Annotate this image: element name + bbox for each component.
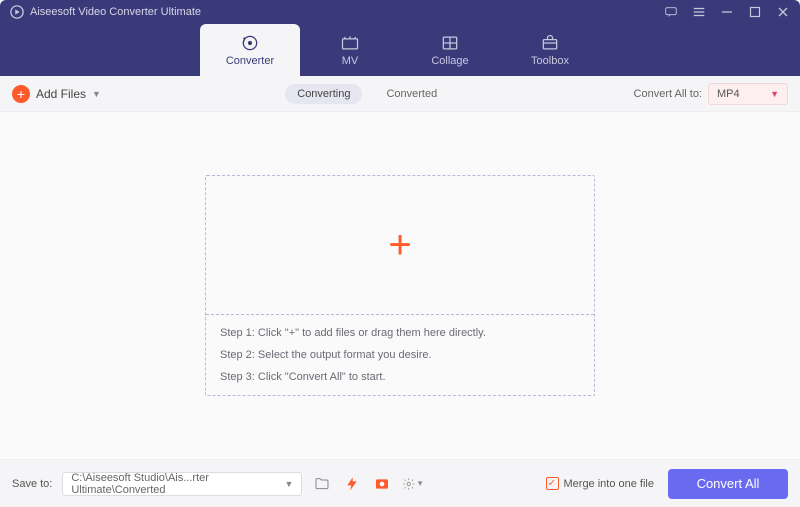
maximize-icon[interactable] — [748, 5, 762, 19]
main-area: + Step 1: Click "+" to add files or drag… — [0, 112, 800, 459]
high-speed-icon[interactable] — [372, 474, 392, 494]
toolbar-right: Convert All to: MP4 ▼ — [634, 83, 788, 105]
add-files-label: Add Files — [36, 87, 86, 101]
titlebar: Aiseesoft Video Converter Ultimate Conve… — [0, 0, 800, 76]
gpu-accel-icon[interactable] — [342, 474, 362, 494]
menu-icon[interactable] — [692, 5, 706, 19]
dropzone-upper: + — [206, 176, 594, 314]
nav-tabs: Converter MV Collage Toolbox — [0, 24, 800, 76]
app-window: Aiseesoft Video Converter Ultimate Conve… — [0, 0, 800, 507]
toolbar: + Add Files ▼ Converting Converted Conve… — [0, 76, 800, 112]
open-folder-icon[interactable] — [312, 474, 332, 494]
tab-label: MV — [342, 55, 359, 67]
segment-converted[interactable]: Converted — [374, 84, 449, 104]
tab-label: Toolbox — [531, 55, 569, 67]
collage-icon — [440, 33, 460, 53]
settings-icon[interactable]: ▾ — [402, 474, 422, 494]
window-controls — [664, 5, 790, 19]
footer-icon-row: ▾ — [312, 474, 422, 494]
chevron-down-icon: ▾ — [418, 478, 423, 489]
tab-mv[interactable]: MV — [300, 24, 400, 76]
tab-toolbox[interactable]: Toolbox — [500, 24, 600, 76]
tab-converter[interactable]: Converter — [200, 24, 300, 76]
footer-right: ✓ Merge into one file Convert All — [546, 469, 789, 499]
chevron-down-icon: ▼ — [92, 89, 101, 99]
merge-label: Merge into one file — [564, 478, 655, 490]
format-select[interactable]: MP4 ▼ — [708, 83, 788, 105]
segment-converting[interactable]: Converting — [285, 84, 362, 104]
tab-collage[interactable]: Collage — [400, 24, 500, 76]
mv-icon — [340, 33, 360, 53]
close-icon[interactable] — [776, 5, 790, 19]
save-path-select[interactable]: C:\Aiseesoft Studio\Ais...rter Ultimate\… — [62, 472, 302, 496]
dropzone[interactable]: + Step 1: Click "+" to add files or drag… — [205, 175, 595, 396]
feedback-icon[interactable] — [664, 5, 678, 19]
toolbar-left: + Add Files ▼ — [12, 85, 101, 103]
add-files-button[interactable]: + Add Files ▼ — [12, 85, 101, 103]
add-plus-icon[interactable]: + — [388, 225, 411, 265]
footer: Save to: C:\Aiseesoft Studio\Ais...rter … — [0, 459, 800, 507]
toolbox-icon — [540, 33, 560, 53]
format-value: MP4 — [717, 88, 740, 100]
app-title: Aiseesoft Video Converter Ultimate — [30, 6, 201, 18]
minimize-icon[interactable] — [720, 5, 734, 19]
app-logo-icon — [10, 5, 24, 19]
step-text: Step 2: Select the output format you des… — [220, 349, 580, 361]
step-text: Step 3: Click "Convert All" to start. — [220, 371, 580, 383]
status-segment: Converting Converted — [285, 84, 449, 104]
convert-all-button[interactable]: Convert All — [668, 469, 788, 499]
titlebar-left: Aiseesoft Video Converter Ultimate — [10, 5, 201, 19]
dropzone-instructions: Step 1: Click "+" to add files or drag t… — [206, 314, 594, 395]
tab-label: Collage — [431, 55, 468, 67]
titlebar-top: Aiseesoft Video Converter Ultimate — [0, 0, 800, 24]
save-path-text: C:\Aiseesoft Studio\Ais...rter Ultimate\… — [71, 472, 284, 496]
merge-checkbox[interactable]: ✓ Merge into one file — [546, 477, 655, 490]
converter-icon — [240, 33, 260, 53]
tab-label: Converter — [226, 55, 274, 67]
step-text: Step 1: Click "+" to add files or drag t… — [220, 327, 580, 339]
chevron-down-icon: ▼ — [770, 89, 779, 99]
plus-icon: + — [12, 85, 30, 103]
convert-all-to-label: Convert All to: — [634, 88, 702, 100]
checkbox-icon: ✓ — [546, 477, 559, 490]
chevron-down-icon: ▼ — [284, 479, 293, 489]
save-to-label: Save to: — [12, 478, 52, 490]
